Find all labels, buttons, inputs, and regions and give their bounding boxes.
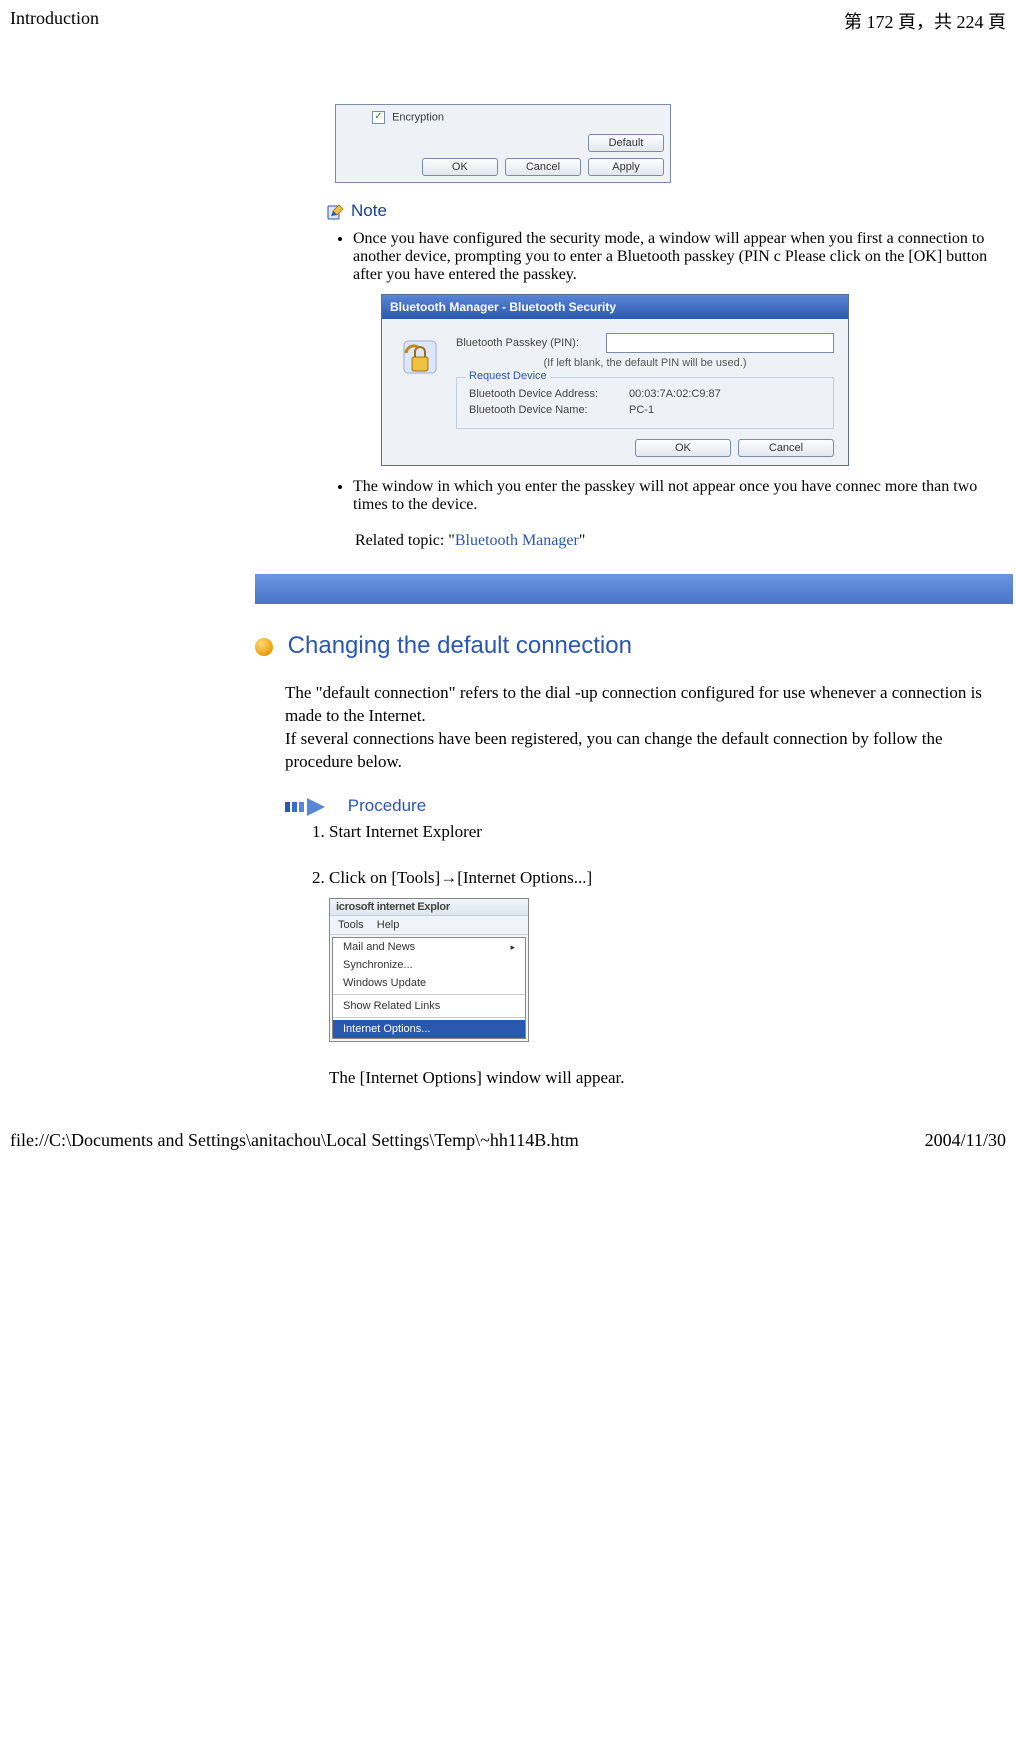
note-bullet: The window in which you enter the passke… bbox=[353, 478, 1013, 514]
note-icon bbox=[325, 202, 345, 222]
step: Start Internet Explorer bbox=[329, 822, 1013, 842]
menu-item-internet-options[interactable]: Internet Options... bbox=[333, 1020, 525, 1038]
devicename-value: PC-1 bbox=[629, 404, 654, 416]
pin-input[interactable] bbox=[606, 333, 834, 353]
cancel-button[interactable]: Cancel bbox=[505, 158, 581, 176]
ie-titlebar: icrosoft internet Explor bbox=[330, 899, 528, 916]
section-title: Changing the default connection bbox=[288, 632, 632, 659]
bluetooth-security-dialog: Bluetooth Manager - Bluetooth Security B… bbox=[381, 294, 849, 466]
groupbox-title: Request Device bbox=[465, 370, 551, 382]
security-options-dialog: ✓ Encryption Default OK Cancel Apply bbox=[335, 104, 671, 183]
pin-label: Bluetooth Passkey (PIN): bbox=[456, 337, 606, 349]
ok-button[interactable]: OK bbox=[422, 158, 498, 176]
related-prefix: Related topic: " bbox=[355, 532, 455, 549]
menu-help[interactable]: Help bbox=[377, 919, 400, 931]
menu-separator bbox=[333, 1017, 525, 1018]
apply-button[interactable]: Apply bbox=[588, 158, 664, 176]
address-label: Bluetooth Device Address: bbox=[469, 388, 629, 400]
menu-tools[interactable]: Tools bbox=[338, 919, 364, 931]
encryption-checkbox[interactable]: ✓ bbox=[372, 111, 385, 124]
menu-item[interactable]: Show Related Links bbox=[333, 997, 525, 1015]
footer-path: file://C:\Documents and Settings\anitach… bbox=[10, 1130, 579, 1151]
procedure-label: Procedure bbox=[348, 796, 426, 815]
ok-button[interactable]: OK bbox=[635, 439, 731, 457]
header-title: Introduction bbox=[10, 8, 99, 34]
section-paragraph: If several connections have been registe… bbox=[285, 728, 1013, 774]
related-link[interactable]: Bluetooth Manager bbox=[455, 532, 579, 549]
default-button[interactable]: Default bbox=[588, 134, 664, 152]
devicename-label: Bluetooth Device Name: bbox=[469, 404, 629, 416]
related-suffix: " bbox=[579, 532, 586, 549]
lock-icon bbox=[396, 333, 444, 457]
address-value: 00:03:7A:02:C9:87 bbox=[629, 388, 721, 400]
encryption-label: Encryption bbox=[392, 111, 444, 123]
menu-item[interactable]: Mail and News▸ bbox=[333, 938, 525, 956]
note-label: Note bbox=[351, 201, 387, 220]
note-bullet: Once you have configured the security mo… bbox=[353, 230, 1013, 466]
step: Click on [Tools]→[Internet Options...] i… bbox=[329, 868, 1013, 1042]
ie-tools-menu-screenshot: icrosoft internet Explor Tools Help Mail… bbox=[329, 898, 529, 1042]
section-divider bbox=[255, 574, 1013, 604]
section-paragraph: The "default connection" refers to the d… bbox=[285, 682, 1013, 728]
pin-hint: (If left blank, the default PIN will be … bbox=[456, 357, 834, 369]
dialog-title: Bluetooth Manager - Bluetooth Security bbox=[382, 295, 848, 319]
footer-date: 2004/11/30 bbox=[925, 1130, 1006, 1151]
procedure-arrow-icon bbox=[285, 796, 348, 815]
page-number: 第 172 頁，共 224 頁 bbox=[844, 8, 1006, 34]
menu-item[interactable]: Windows Update bbox=[333, 974, 525, 992]
menu-item[interactable]: Synchronize... bbox=[333, 956, 525, 974]
topic-bullet-icon bbox=[255, 638, 273, 656]
menu-separator bbox=[333, 994, 525, 995]
step-result: The [Internet Options] window will appea… bbox=[329, 1068, 1013, 1088]
cancel-button[interactable]: Cancel bbox=[738, 439, 834, 457]
